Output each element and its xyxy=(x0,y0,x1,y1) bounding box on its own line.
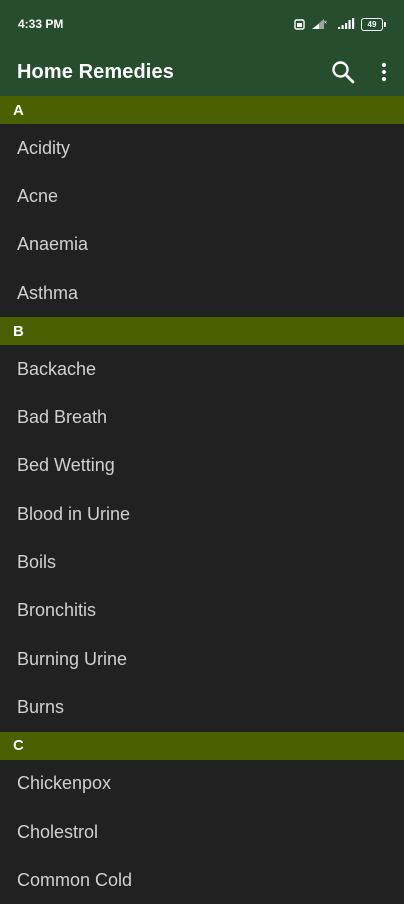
overflow-menu-button[interactable] xyxy=(378,59,390,85)
sim-card-icon xyxy=(294,18,305,30)
list-item[interactable]: Common Cold xyxy=(0,856,404,904)
battery-level: 49 xyxy=(367,19,377,29)
section-header: A xyxy=(0,96,404,124)
app-bar: Home Remedies xyxy=(0,48,404,96)
list-item[interactable]: Bronchitis xyxy=(0,587,404,635)
search-icon xyxy=(332,61,355,84)
svg-text:×: × xyxy=(324,20,327,26)
list-item[interactable]: Bed Wetting xyxy=(0,442,404,490)
section-header: C xyxy=(0,731,404,760)
status-bar: 4:33 PM × 49 xyxy=(0,0,404,48)
remedies-list[interactable]: A Acidity Acne Anaemia Asthma B Backache… xyxy=(0,96,404,904)
page-title: Home Remedies xyxy=(17,60,174,83)
section-header: B xyxy=(0,317,404,346)
cell-signal-icon xyxy=(338,18,355,29)
list-item[interactable]: Acidity xyxy=(0,124,404,172)
app-bar-actions xyxy=(330,59,390,85)
list-item[interactable]: Burning Urine xyxy=(0,635,404,683)
list-item[interactable]: Backache xyxy=(0,345,404,393)
list-item[interactable]: Anaemia xyxy=(0,221,404,269)
list-item[interactable]: Burns xyxy=(0,683,404,731)
list-item[interactable]: Acne xyxy=(0,172,404,220)
status-icons: × 49 xyxy=(294,17,386,31)
list-item[interactable]: Bad Breath xyxy=(0,393,404,441)
battery-icon: 49 xyxy=(361,17,386,31)
wifi-signal-icon: × xyxy=(312,19,327,29)
list-item[interactable]: Boils xyxy=(0,538,404,586)
status-time: 4:33 PM xyxy=(18,17,64,31)
more-vert-icon xyxy=(381,62,387,82)
search-button[interactable] xyxy=(330,59,356,85)
list-item[interactable]: Cholestrol xyxy=(0,808,404,856)
list-item[interactable]: Blood in Urine xyxy=(0,490,404,538)
list-item[interactable]: Chickenpox xyxy=(0,760,404,808)
list-item[interactable]: Asthma xyxy=(0,269,404,317)
